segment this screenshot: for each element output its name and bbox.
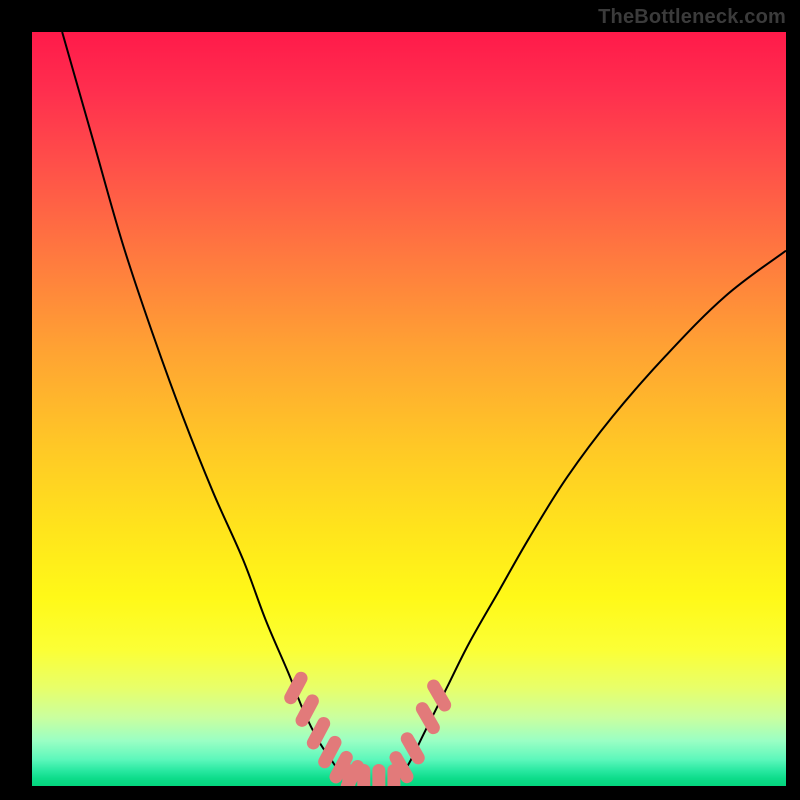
ticks-right-branch (396, 686, 445, 777)
tick-mark (302, 701, 312, 720)
tick-mark (313, 724, 323, 743)
plot-area (32, 32, 786, 786)
tick-mark (434, 686, 445, 705)
chart-stage: TheBottleneck.com (0, 0, 800, 800)
curve-layer (32, 32, 786, 786)
tick-mark (325, 742, 335, 761)
watermark-text: TheBottleneck.com (598, 6, 786, 29)
tick-mark (407, 739, 418, 758)
right-branch-curve (394, 251, 786, 786)
left-branch-curve (62, 32, 349, 786)
tick-mark (422, 709, 433, 728)
tick-mark (291, 678, 301, 697)
